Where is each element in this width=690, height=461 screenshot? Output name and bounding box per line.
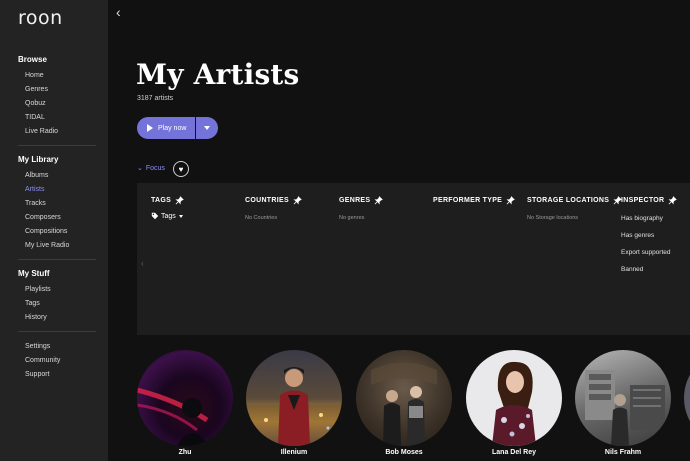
sidebar-item-history[interactable]: History <box>25 314 47 321</box>
artist-image <box>466 350 562 446</box>
artist-photo-nils-frahm <box>585 370 665 446</box>
pin-icon[interactable] <box>175 196 184 205</box>
sidebar-item-genres[interactable]: Genres <box>25 86 48 93</box>
artist-name: Nils Frahm <box>604 449 642 456</box>
sidebar-item-settings[interactable]: Settings <box>25 343 50 350</box>
sidebar-divider <box>18 259 96 260</box>
sidebar-item-support[interactable]: Support <box>25 371 50 378</box>
artist-card-partial[interactable] <box>684 350 690 446</box>
genres-empty: No genres <box>339 215 365 221</box>
focus-column-countries: COUNTRIES No Countries <box>245 196 302 221</box>
heart-icon: ♥ <box>178 164 184 174</box>
sidebar-item-my-live-radio[interactable]: My Live Radio <box>25 242 69 249</box>
play-now-button[interactable]: Play now <box>137 117 195 139</box>
inspector-header: INSPECTOR <box>621 197 665 204</box>
artist-card[interactable]: Lana Del Rey <box>466 350 562 456</box>
artist-image <box>356 350 452 446</box>
focus-column-genres: GENRES No genres <box>339 196 384 221</box>
artist-name: Bob Moses <box>385 449 423 456</box>
artist-name: Lana Del Rey <box>492 449 536 456</box>
storage-locations-header: STORAGE LOCATIONS <box>527 197 610 204</box>
artist-image <box>246 350 342 446</box>
artist-card[interactable]: Bob Moses <box>356 350 452 456</box>
sidebar-item-composers[interactable]: Composers <box>25 214 61 221</box>
sidebar-item-live-radio[interactable]: Live Radio <box>25 128 58 135</box>
pin-icon[interactable] <box>374 196 384 205</box>
artist-image <box>137 350 233 446</box>
artist-image <box>684 350 690 446</box>
tags-header: TAGS <box>151 197 172 204</box>
section-title-my-library: My Library <box>18 155 59 164</box>
sidebar-item-home[interactable]: Home <box>25 72 44 79</box>
artist-card[interactable]: Illenium <box>246 350 342 456</box>
focus-label: Focus <box>145 164 165 172</box>
sidebar-divider <box>18 331 96 332</box>
sidebar-item-albums[interactable]: Albums <box>25 172 48 179</box>
favorite-filter-button[interactable]: ♥ <box>173 161 189 177</box>
inspector-has-biography[interactable]: Has biography <box>621 215 677 222</box>
play-options-dropdown[interactable] <box>196 117 218 139</box>
sidebar-item-community[interactable]: Community <box>25 357 60 364</box>
play-now-label: Play now <box>158 124 187 132</box>
chevron-down-icon <box>178 214 183 218</box>
focus-column-inspector: INSPECTOR Has biography Has genres Expor… <box>621 196 678 273</box>
artist-count: 3187 artists <box>137 95 174 102</box>
sidebar-item-artists[interactable]: Artists <box>25 186 44 193</box>
focus-column-storage-locations: STORAGE LOCATIONS No Storage locations <box>527 196 623 221</box>
genres-header: GENRES <box>339 197 371 204</box>
performer-type-header: PERFORMER TYPE <box>433 197 503 204</box>
pin-icon[interactable] <box>668 196 678 205</box>
focus-panel: ‹ TAGS Tags COUNTRIES No Countries GENRE… <box>137 183 690 335</box>
artist-photo-lana-del-rey <box>492 361 536 446</box>
play-icon <box>147 124 153 132</box>
inspector-has-genres[interactable]: Has genres <box>621 232 677 239</box>
tags-dropdown-label: Tags <box>161 212 176 220</box>
sidebar-item-tracks[interactable]: Tracks <box>25 200 46 207</box>
sidebar-item-compositions[interactable]: Compositions <box>25 228 67 235</box>
artist-photo-bob-moses <box>371 362 437 446</box>
sidebar-item-tags[interactable]: Tags <box>25 300 40 307</box>
page-title: My Artists <box>136 58 300 91</box>
back-button[interactable]: ‹ <box>116 4 121 20</box>
countries-empty: No Countries <box>245 215 278 221</box>
chevron-down-icon: ⌄ <box>137 165 143 172</box>
chevron-down-icon <box>204 126 210 130</box>
section-title-browse: Browse <box>18 55 47 64</box>
countries-header: COUNTRIES <box>245 197 289 204</box>
artist-card[interactable]: Nils Frahm <box>575 350 671 456</box>
sidebar-item-playlists[interactable]: Playlists <box>25 286 51 293</box>
artist-photo-illenium <box>246 367 342 446</box>
focus-column-performer-type: PERFORMER TYPE <box>433 196 515 205</box>
artist-photo-zhu <box>137 387 209 446</box>
tag-icon <box>151 212 159 220</box>
roon-logo: roon <box>18 7 63 29</box>
inspector-banned[interactable]: Banned <box>621 266 677 273</box>
sidebar-item-qobuz[interactable]: Qobuz <box>25 100 46 107</box>
pin-icon[interactable] <box>506 196 515 205</box>
inspector-export-supported[interactable]: Export supported <box>621 249 677 256</box>
tags-dropdown[interactable]: Tags <box>151 212 184 220</box>
sidebar-divider <box>18 145 96 146</box>
artist-card[interactable]: Zhu <box>137 350 233 456</box>
pin-icon[interactable] <box>293 196 302 205</box>
section-title-my-stuff: My Stuff <box>18 269 50 278</box>
focus-toggle[interactable]: ⌄ Focus <box>137 164 165 173</box>
sidebar-item-tidal[interactable]: TIDAL <box>25 114 45 121</box>
focus-column-tags: TAGS Tags <box>151 196 184 220</box>
chevron-left-icon: ‹ <box>116 4 121 20</box>
artist-name: Illenium <box>280 449 308 456</box>
artist-name: Zhu <box>178 449 192 456</box>
sidebar: roon Browse Home Genres Qobuz TIDAL Live… <box>0 0 108 461</box>
chevron-left-icon[interactable]: ‹ <box>141 259 144 268</box>
artist-image <box>575 350 671 446</box>
storage-locations-empty: No Storage locations <box>527 215 579 221</box>
